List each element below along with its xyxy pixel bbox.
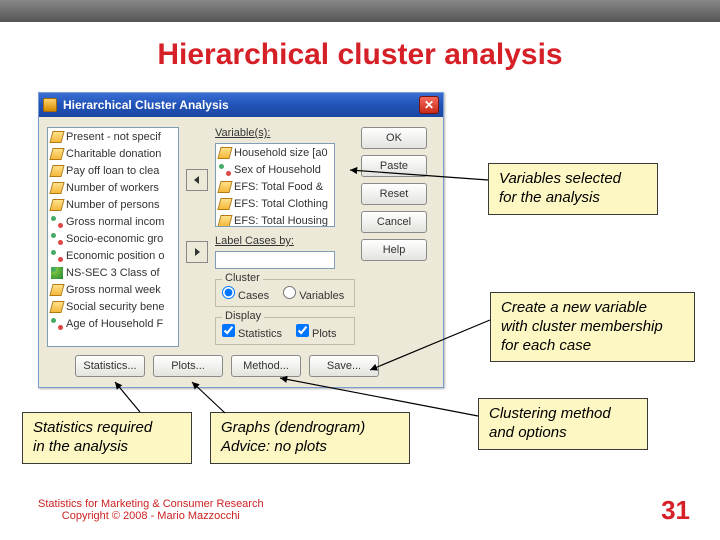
scale-icon xyxy=(217,198,232,210)
ordinal-icon xyxy=(51,267,63,279)
label-cases-input[interactable] xyxy=(215,251,335,269)
top-border xyxy=(0,0,720,22)
cases-radio[interactable]: Cases xyxy=(222,286,269,302)
plots-button[interactable]: Plots... xyxy=(153,355,223,377)
list-item: Present - not specif xyxy=(48,128,178,145)
list-item: EFS: Total Housing xyxy=(216,212,334,227)
scale-icon xyxy=(49,284,64,296)
transfer-column xyxy=(185,127,209,347)
dialog-title: Hierarchical Cluster Analysis xyxy=(63,98,419,112)
nominal-icon xyxy=(51,250,63,262)
list-item: Number of workers xyxy=(48,179,178,196)
source-variable-list[interactable]: Present - not specif Charitable donation… xyxy=(47,127,179,347)
slide-footer: Statistics for Marketing & Consumer Rese… xyxy=(38,498,264,522)
variables-radio[interactable]: Variables xyxy=(283,286,344,302)
ok-button[interactable]: OK xyxy=(361,127,427,149)
paste-button[interactable]: Paste xyxy=(361,155,427,177)
display-groupbox: Display Statistics Plots xyxy=(215,317,355,345)
list-item: EFS: Total Food & xyxy=(216,178,334,195)
move-right-button[interactable] xyxy=(186,241,208,263)
callout-clustering-method: Clustering methodand options xyxy=(478,398,648,450)
plots-checkbox[interactable]: Plots xyxy=(296,324,336,340)
callout-statistics-required: Statistics requiredin the analysis xyxy=(22,412,192,464)
list-item: Charitable donation xyxy=(48,145,178,162)
nominal-icon xyxy=(51,318,63,330)
statistics-checkbox[interactable]: Statistics xyxy=(222,324,282,340)
list-item: NS-SEC 3 Class of xyxy=(48,264,178,281)
display-group-title: Display xyxy=(222,310,264,322)
close-icon[interactable]: ✕ xyxy=(419,96,439,114)
list-item: Number of persons xyxy=(48,196,178,213)
save-button[interactable]: Save... xyxy=(309,355,379,377)
list-item: Sex of Household xyxy=(216,161,334,178)
cluster-group-title: Cluster xyxy=(222,272,263,284)
scale-icon xyxy=(49,131,64,143)
nominal-icon xyxy=(219,164,231,176)
list-item: Gross normal incom xyxy=(48,213,178,230)
list-item: Gross normal week xyxy=(48,281,178,298)
reset-button[interactable]: Reset xyxy=(361,183,427,205)
variables-label: Variable(s): xyxy=(215,127,355,139)
scale-icon xyxy=(217,147,232,159)
statistics-button[interactable]: Statistics... xyxy=(75,355,145,377)
list-item: Pay off loan to clea xyxy=(48,162,178,179)
callout-graphs-advice: Graphs (dendrogram)Advice: no plots xyxy=(210,412,410,464)
button-column: OK Paste Reset Cancel Help xyxy=(361,127,427,347)
callout-variables-selected: Variables selectedfor the analysis xyxy=(488,163,658,215)
hca-dialog: Hierarchical Cluster Analysis ✕ Present … xyxy=(38,92,444,388)
page-number: 31 xyxy=(661,495,690,526)
bottom-button-row: Statistics... Plots... Method... Save... xyxy=(39,355,443,387)
nominal-icon xyxy=(51,233,63,245)
app-icon xyxy=(43,98,57,112)
label-cases-label: Label Cases by: xyxy=(215,235,355,247)
cluster-groupbox: Cluster Cases Variables xyxy=(215,279,355,307)
slide-title: Hierarchical cluster analysis xyxy=(0,38,720,72)
list-item: Age of Household F xyxy=(48,315,178,332)
scale-icon xyxy=(49,199,64,211)
nominal-icon xyxy=(51,216,63,228)
method-button[interactable]: Method... xyxy=(231,355,301,377)
cancel-button[interactable]: Cancel xyxy=(361,211,427,233)
help-button[interactable]: Help xyxy=(361,239,427,261)
selected-variable-list[interactable]: Household size [a0 Sex of Household EFS:… xyxy=(215,143,335,227)
list-item: Socio-economic gro xyxy=(48,230,178,247)
list-item: Economic position o xyxy=(48,247,178,264)
scale-icon xyxy=(49,182,64,194)
list-item: Social security bene xyxy=(48,298,178,315)
list-item: Household size [a0 xyxy=(216,144,334,161)
list-item: EFS: Total Clothing xyxy=(216,195,334,212)
scale-icon xyxy=(49,165,64,177)
move-left-button[interactable] xyxy=(186,169,208,191)
scale-icon xyxy=(49,148,64,160)
center-column: Variable(s): Household size [a0 Sex of H… xyxy=(215,127,355,347)
dialog-titlebar: Hierarchical Cluster Analysis ✕ xyxy=(39,93,443,117)
scale-icon xyxy=(217,181,232,193)
scale-icon xyxy=(217,215,232,227)
callout-create-variable: Create a new variablewith cluster member… xyxy=(490,292,695,362)
scale-icon xyxy=(49,301,64,313)
